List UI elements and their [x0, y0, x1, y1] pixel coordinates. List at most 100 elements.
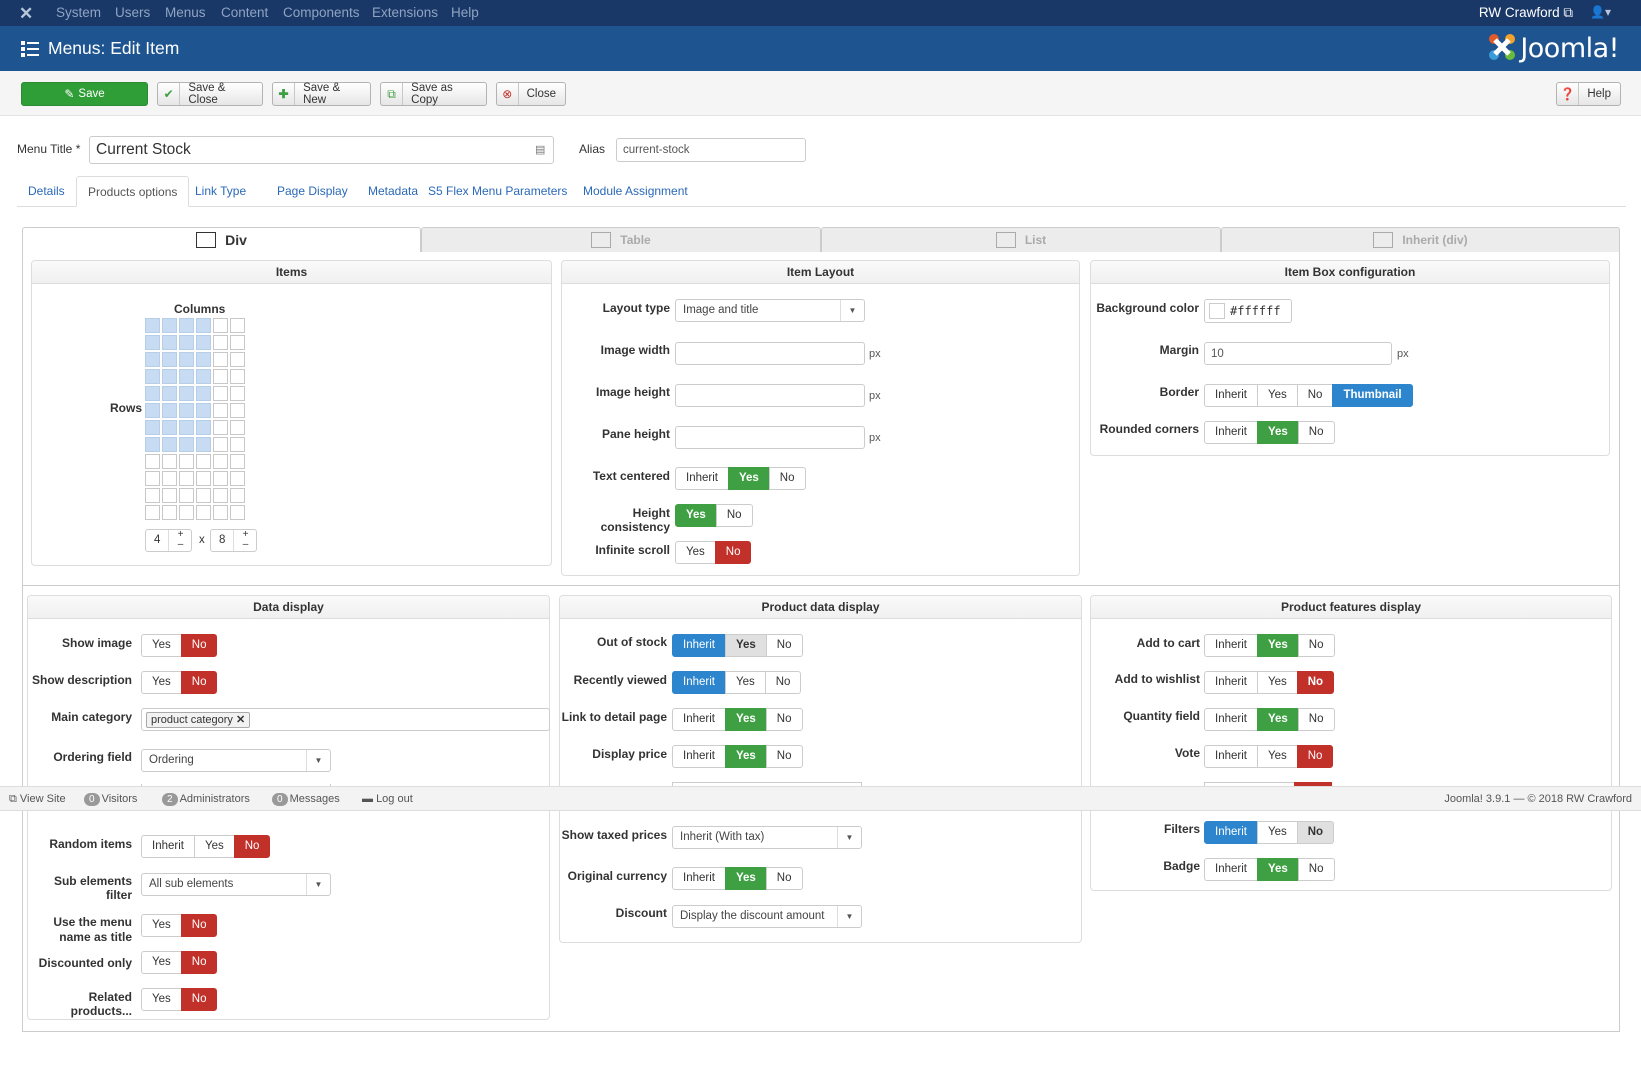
grid-cell[interactable]	[145, 505, 160, 520]
grid-cell[interactable]	[145, 369, 160, 384]
grid-cell[interactable]	[196, 318, 211, 333]
text-centered-no[interactable]: No	[768, 467, 806, 490]
save-new-button[interactable]: ✚ Save & New	[272, 82, 371, 106]
grid-cell[interactable]	[162, 437, 177, 452]
grid-cell[interactable]	[213, 454, 228, 469]
rounded-corners-toggle[interactable]: Inherit Yes No	[1204, 421, 1335, 444]
grid-cell[interactable]	[162, 403, 177, 418]
grid-cell[interactable]	[196, 403, 211, 418]
grid-cell[interactable]	[230, 505, 245, 520]
save-close-button[interactable]: ✔ Save & Close	[157, 82, 263, 106]
grid-cell[interactable]	[196, 335, 211, 350]
bg-color-picker[interactable]: #ffffff	[1204, 299, 1292, 323]
random-inherit[interactable]: Inherit	[141, 835, 195, 858]
border-toggle[interactable]: Inherit Yes No Thumbnail	[1204, 384, 1413, 407]
show-description-yes[interactable]: Yes	[141, 671, 182, 694]
out-of-stock-no[interactable]: No	[765, 634, 803, 657]
infinite-scroll-no[interactable]: No	[714, 541, 752, 564]
nav-help[interactable]: Help	[451, 5, 479, 20]
grid-cell[interactable]	[196, 505, 211, 520]
show-taxed-select[interactable]: Inherit (With tax) ▼	[672, 826, 862, 849]
grid-cell[interactable]	[196, 352, 211, 367]
infinite-scroll-yes[interactable]: Yes	[675, 541, 716, 564]
discounted-no[interactable]: No	[180, 951, 218, 974]
add-wishlist-toggle[interactable]: Inherit Yes No	[1204, 671, 1335, 694]
messages-link[interactable]: 0 Messages	[272, 793, 340, 806]
border-yes[interactable]: Yes	[1256, 384, 1298, 407]
grid-cell[interactable]	[179, 369, 194, 384]
grid-cell[interactable]	[162, 488, 177, 503]
sub-filter-select[interactable]: All sub elements ▼	[141, 873, 331, 896]
height-consistency-no[interactable]: No	[715, 504, 753, 527]
grid-cell[interactable]	[213, 505, 228, 520]
image-height-input[interactable]	[675, 384, 865, 407]
related-yes[interactable]: Yes	[141, 988, 182, 1011]
quantity-yes[interactable]: Yes	[1256, 708, 1299, 731]
tab-products-options[interactable]: Products options	[76, 176, 190, 207]
text-centered-inherit[interactable]: Inherit	[675, 467, 729, 490]
rows-stepper[interactable]: 8 + –	[210, 529, 257, 552]
use-menu-name-no[interactable]: No	[180, 914, 218, 937]
help-button[interactable]: ❓ Help	[1556, 82, 1621, 106]
height-consistency-yes[interactable]: Yes	[675, 504, 717, 527]
grid-cell[interactable]	[230, 352, 245, 367]
filters-yes[interactable]: Yes	[1256, 821, 1298, 844]
nav-system[interactable]: System	[56, 5, 101, 20]
use-menu-name-toggle[interactable]: Yes No	[141, 914, 218, 937]
grid-cell[interactable]	[213, 437, 228, 452]
grid-cell[interactable]	[213, 403, 228, 418]
grid-cell[interactable]	[162, 335, 177, 350]
text-centered-yes[interactable]: Yes	[727, 467, 770, 490]
grid-cell[interactable]	[179, 454, 194, 469]
add-cart-no[interactable]: No	[1297, 634, 1335, 657]
grid-cell[interactable]	[145, 352, 160, 367]
vote-toggle[interactable]: Inherit Yes No	[1204, 745, 1334, 768]
display-price-no[interactable]: No	[765, 745, 803, 768]
related-no[interactable]: No	[180, 988, 218, 1011]
grid-cell[interactable]	[179, 437, 194, 452]
cols-stepper-buttons[interactable]: + –	[168, 530, 192, 551]
grid-cell[interactable]	[162, 471, 177, 486]
grid-cell[interactable]	[162, 386, 177, 401]
cols-minus[interactable]: –	[178, 539, 184, 550]
link-detail-yes[interactable]: Yes	[724, 708, 767, 731]
grid-cell[interactable]	[230, 403, 245, 418]
nav-components[interactable]: Components	[283, 5, 360, 20]
grid-cell[interactable]	[145, 437, 160, 452]
original-currency-yes[interactable]: Yes	[724, 867, 767, 890]
display-price-yes[interactable]: Yes	[724, 745, 767, 768]
show-image-no[interactable]: No	[180, 634, 218, 657]
show-image-yes[interactable]: Yes	[141, 634, 182, 657]
nav-menus[interactable]: Menus	[165, 5, 206, 20]
discounted-only-toggle[interactable]: Yes No	[141, 951, 218, 974]
grid-cell[interactable]	[196, 488, 211, 503]
grid-cell[interactable]	[213, 386, 228, 401]
tab-page-display[interactable]: Page Display	[266, 176, 359, 207]
recently-viewed-inherit[interactable]: Inherit	[672, 671, 726, 694]
grid-cell[interactable]	[196, 420, 211, 435]
tab-s5-flex-menu[interactable]: S5 Flex Menu Parameters	[417, 176, 578, 207]
badge-no[interactable]: No	[1297, 858, 1335, 881]
badge-toggle[interactable]: Inherit Yes No	[1204, 858, 1335, 881]
grid-cell[interactable]	[196, 454, 211, 469]
grid-cell[interactable]	[230, 471, 245, 486]
filters-inherit[interactable]: Inherit	[1204, 821, 1258, 844]
cols-stepper[interactable]: 4 + –	[145, 529, 192, 552]
grid-cell[interactable]	[179, 420, 194, 435]
grid-cell[interactable]	[179, 403, 194, 418]
grid-cell[interactable]	[213, 335, 228, 350]
random-no[interactable]: No	[233, 835, 271, 858]
layout-tab-list[interactable]: List	[821, 227, 1221, 252]
layout-type-select[interactable]: Image and title ▼	[675, 299, 865, 322]
alias-input[interactable]	[616, 138, 806, 162]
grid-cell[interactable]	[230, 318, 245, 333]
border-no[interactable]: No	[1296, 384, 1334, 407]
joomla-small-logo-icon[interactable]: ✕	[19, 4, 33, 24]
grid-cell[interactable]	[196, 386, 211, 401]
grid-cell[interactable]	[179, 335, 194, 350]
vote-yes[interactable]: Yes	[1256, 745, 1298, 768]
rounded-no[interactable]: No	[1297, 421, 1335, 444]
add-wishlist-inherit[interactable]: Inherit	[1204, 671, 1258, 694]
grid-cell[interactable]	[162, 505, 177, 520]
remove-chip-icon[interactable]: ✕	[236, 714, 245, 726]
